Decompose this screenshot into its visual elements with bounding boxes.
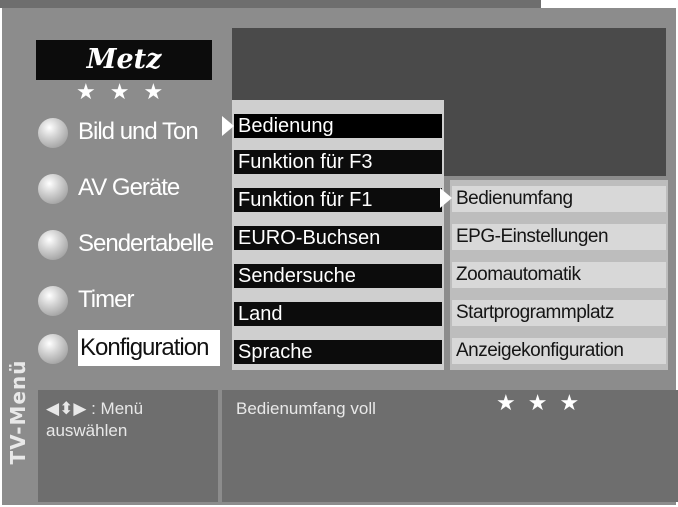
submenu2-item-bedienumfang[interactable]: Bedienumfang	[452, 186, 666, 212]
submenu2-item-anzeigekonfiguration[interactable]: Anzeigekonfiguration	[452, 338, 666, 364]
logo-stars: ★★★	[76, 80, 178, 105]
knob-icon	[38, 230, 68, 260]
knob-icon	[38, 118, 68, 148]
main-menu-label: Sendertabelle	[78, 230, 214, 257]
help-panel: ◀⬍▶ : Menü auswählen	[38, 390, 218, 502]
main-menu-label: Konfiguration	[78, 330, 220, 366]
main-menu-label: Timer	[78, 286, 134, 313]
metz-logo: Metz	[36, 40, 212, 80]
submenu-item-sprache[interactable]: Sprache	[234, 340, 442, 364]
menu-title: TV-Menü	[6, 359, 30, 465]
submenu-item-euro-buchsen[interactable]: EURO-Buchsen	[234, 226, 442, 250]
help-text: ◀⬍▶ : Menü auswählen	[46, 398, 143, 442]
submenu-item-bedienung[interactable]: Bedienung	[234, 114, 442, 138]
knob-icon	[38, 174, 68, 204]
submenu2-panel: Bedienumfang EPG-Einstellungen Zoomautom…	[450, 180, 668, 370]
submenu2-item-epg-einstellungen[interactable]: EPG-Einstellungen	[452, 224, 666, 250]
main-menu-label: AV Geräte	[78, 174, 180, 201]
info-panel: Bedienumfang voll	[222, 390, 678, 502]
submenu2-item-startprogrammplatz[interactable]: Startprogrammplatz	[452, 300, 666, 326]
info-text: Bedienumfang voll	[236, 399, 376, 418]
info-stars: ★★★	[496, 391, 592, 416]
submenu-item-funktion-f1[interactable]: Funktion für F1	[234, 188, 442, 212]
submenu2-item-zoomautomatik[interactable]: Zoomautomatik	[452, 262, 666, 288]
knob-icon	[38, 334, 68, 364]
knob-icon	[38, 286, 68, 316]
submenu-panel: Bedienung Funktion für F3 Funktion für F…	[232, 100, 444, 370]
help-line-2: auswählen	[46, 421, 128, 440]
main-menu-label: Bild und Ton	[78, 118, 199, 145]
pointer-right-icon	[440, 188, 452, 208]
pointer-right-icon	[222, 116, 234, 136]
help-line-1: ◀⬍▶ : Menü	[46, 399, 144, 418]
submenu-item-sendersuche[interactable]: Sendersuche	[234, 264, 442, 288]
tv-screen: TV-Menü Metz ★★★ Bild und Ton AV Geräte …	[0, 0, 678, 507]
top-bar	[0, 0, 541, 8]
submenu-item-land[interactable]: Land	[234, 302, 442, 326]
submenu-item-funktion-f3[interactable]: Funktion für F3	[234, 150, 442, 174]
